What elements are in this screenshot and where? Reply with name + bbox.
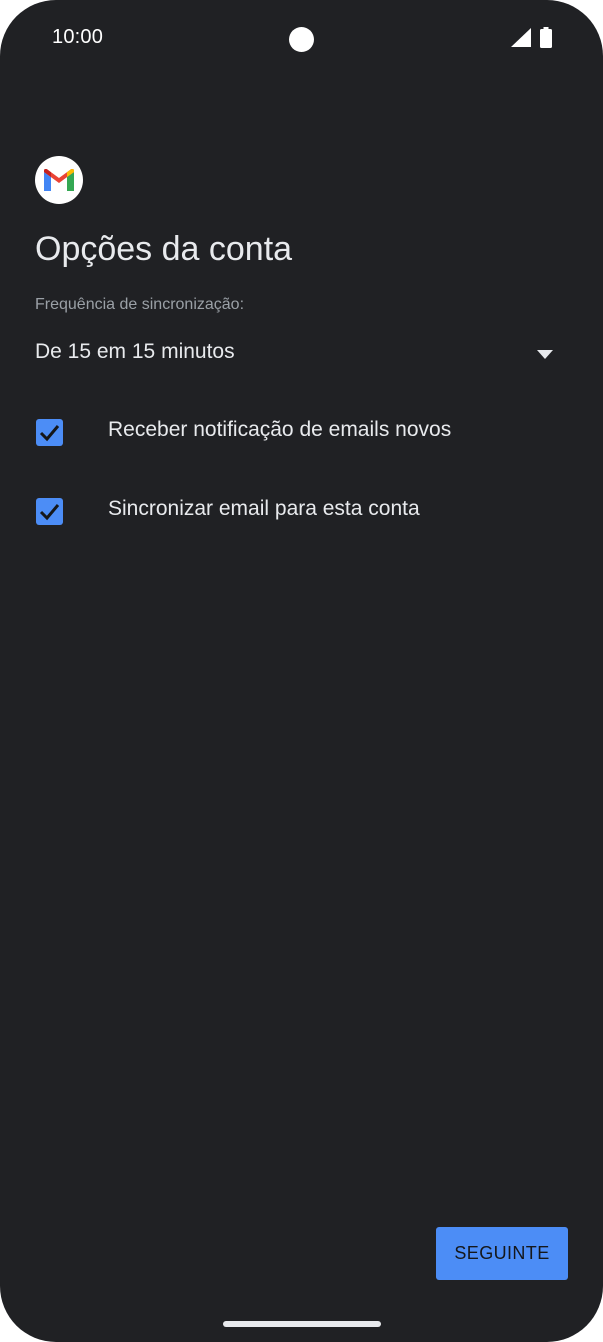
checkmark-icon — [39, 504, 60, 521]
next-button[interactable]: SEGUINTE — [436, 1227, 568, 1280]
sync-frequency-value: De 15 em 15 minutos — [35, 340, 235, 363]
phone-screen: 10:00 Opções da conta Frequência de sinc… — [0, 0, 603, 1342]
sync-frequency-dropdown[interactable]: De 15 em 15 minutos — [35, 334, 565, 374]
notify-new-emails-checkbox[interactable] — [36, 419, 63, 446]
sync-email-checkbox[interactable] — [36, 498, 63, 525]
sync-frequency-label: Frequência de sincronização: — [35, 296, 245, 313]
gmail-icon — [35, 156, 83, 204]
notify-new-emails-option[interactable]: Receber notificação de emails novos — [35, 409, 565, 453]
home-indicator[interactable] — [223, 1321, 381, 1327]
front-camera — [289, 27, 314, 52]
sync-email-option[interactable]: Sincronizar email para esta conta — [35, 488, 565, 532]
sync-email-label: Sincronizar email para esta conta — [108, 497, 420, 520]
gmail-m-icon — [44, 169, 74, 191]
cellular-signal-icon — [511, 28, 531, 47]
battery-icon — [540, 27, 552, 48]
notify-new-emails-label: Receber notificação de emails novos — [108, 418, 452, 441]
status-time: 10:00 — [52, 26, 104, 48]
checkmark-icon — [39, 425, 60, 442]
dropdown-arrow-icon — [537, 350, 553, 359]
page-title: Opções da conta — [35, 230, 293, 268]
